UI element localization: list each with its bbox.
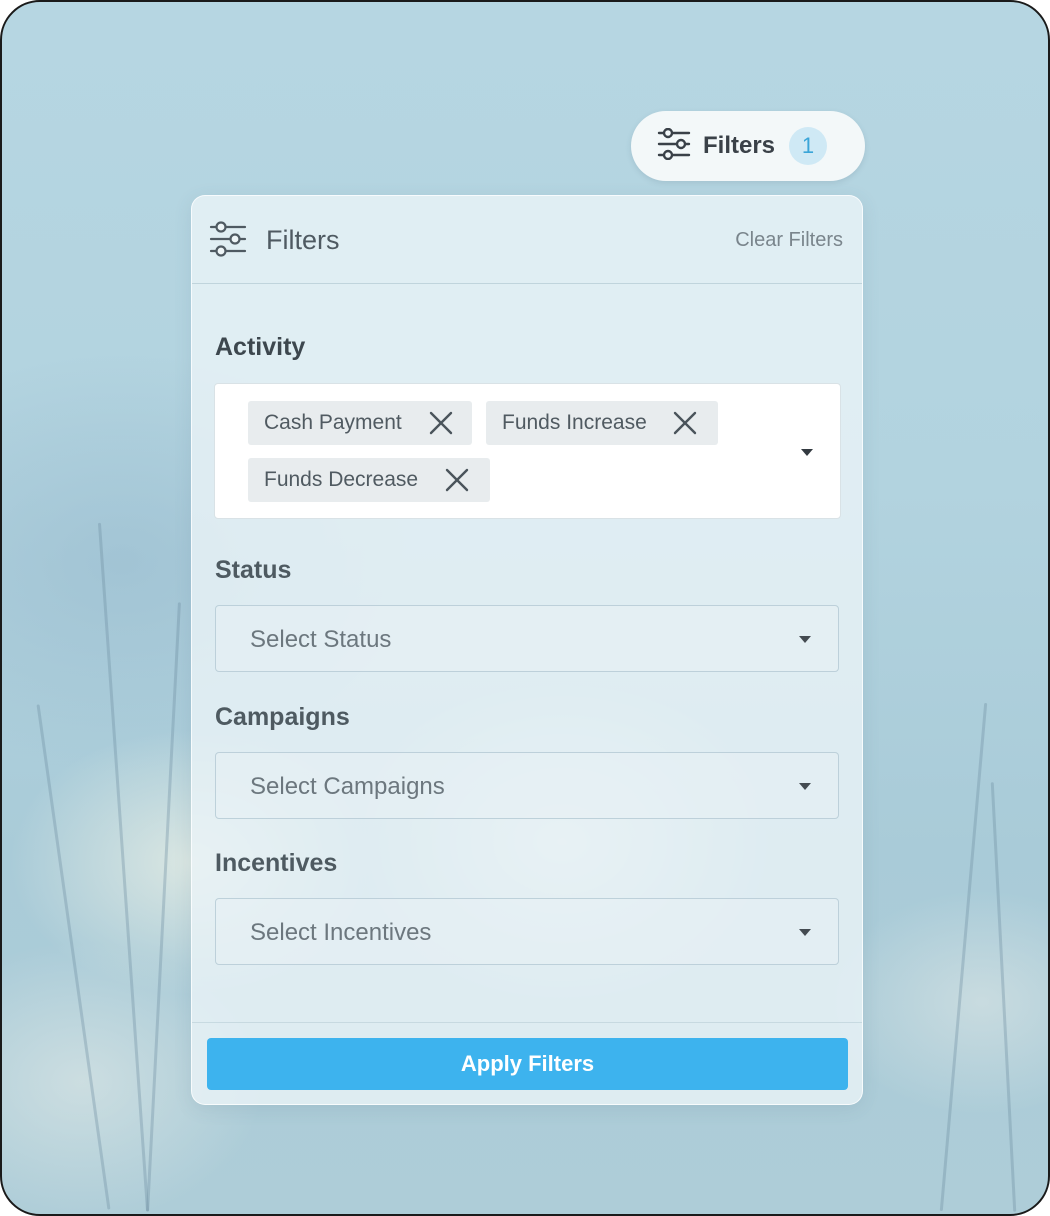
activity-chip: Funds Decrease — [248, 458, 490, 502]
chevron-down-icon[interactable] — [801, 449, 813, 456]
filters-toggle-label: Filters — [703, 132, 776, 159]
panel-header: Filters Clear Filters — [192, 196, 862, 284]
filters-panel: Filters Clear Filters Activity Cash Paym… — [191, 195, 863, 1105]
activity-chip: Funds Increase — [486, 401, 718, 445]
activity-multiselect[interactable]: Cash Payment Funds Increase Funds Decrea… — [214, 383, 841, 519]
background-stem — [939, 702, 988, 1212]
incentives-select[interactable]: Select Incentives — [215, 898, 839, 965]
campaigns-select[interactable]: Select Campaigns — [215, 752, 839, 819]
chevron-down-icon — [799, 929, 811, 936]
panel-footer-divider — [192, 1022, 862, 1023]
status-label: Status — [215, 556, 292, 584]
status-select[interactable]: Select Status — [215, 605, 839, 672]
campaigns-placeholder: Select Campaigns — [250, 773, 445, 800]
chevron-down-icon — [799, 636, 811, 643]
remove-chip-icon[interactable] — [428, 410, 454, 442]
clear-filters-link[interactable]: Clear Filters — [735, 229, 843, 252]
campaigns-label: Campaigns — [215, 703, 350, 731]
activity-chip-label: Funds Decrease — [264, 468, 419, 491]
chevron-down-icon — [799, 783, 811, 790]
filters-toggle-button[interactable]: Filters 1 — [631, 111, 865, 181]
incentives-placeholder: Select Incentives — [250, 919, 432, 946]
status-placeholder: Select Status — [250, 626, 392, 653]
remove-chip-icon[interactable] — [672, 410, 698, 442]
remove-chip-icon[interactable] — [444, 467, 470, 499]
activity-chip-label: Funds Increase — [502, 411, 647, 434]
activity-chip-label: Cash Payment — [264, 411, 402, 434]
app-background: Filters 1 Filters Clear Filters Activity… — [0, 0, 1050, 1216]
apply-filters-button[interactable]: Apply Filters — [207, 1038, 848, 1090]
sliders-icon — [657, 127, 691, 165]
activity-chip: Cash Payment — [248, 401, 472, 445]
background-stem — [146, 602, 181, 1212]
filter-count-badge: 1 — [789, 127, 828, 165]
panel-title: Filters — [266, 225, 340, 255]
background-stem — [36, 704, 111, 1210]
background-stem — [97, 522, 150, 1212]
sliders-icon — [209, 221, 247, 262]
incentives-label: Incentives — [215, 849, 338, 877]
activity-label: Activity — [215, 333, 306, 361]
background-stem — [990, 782, 1017, 1212]
